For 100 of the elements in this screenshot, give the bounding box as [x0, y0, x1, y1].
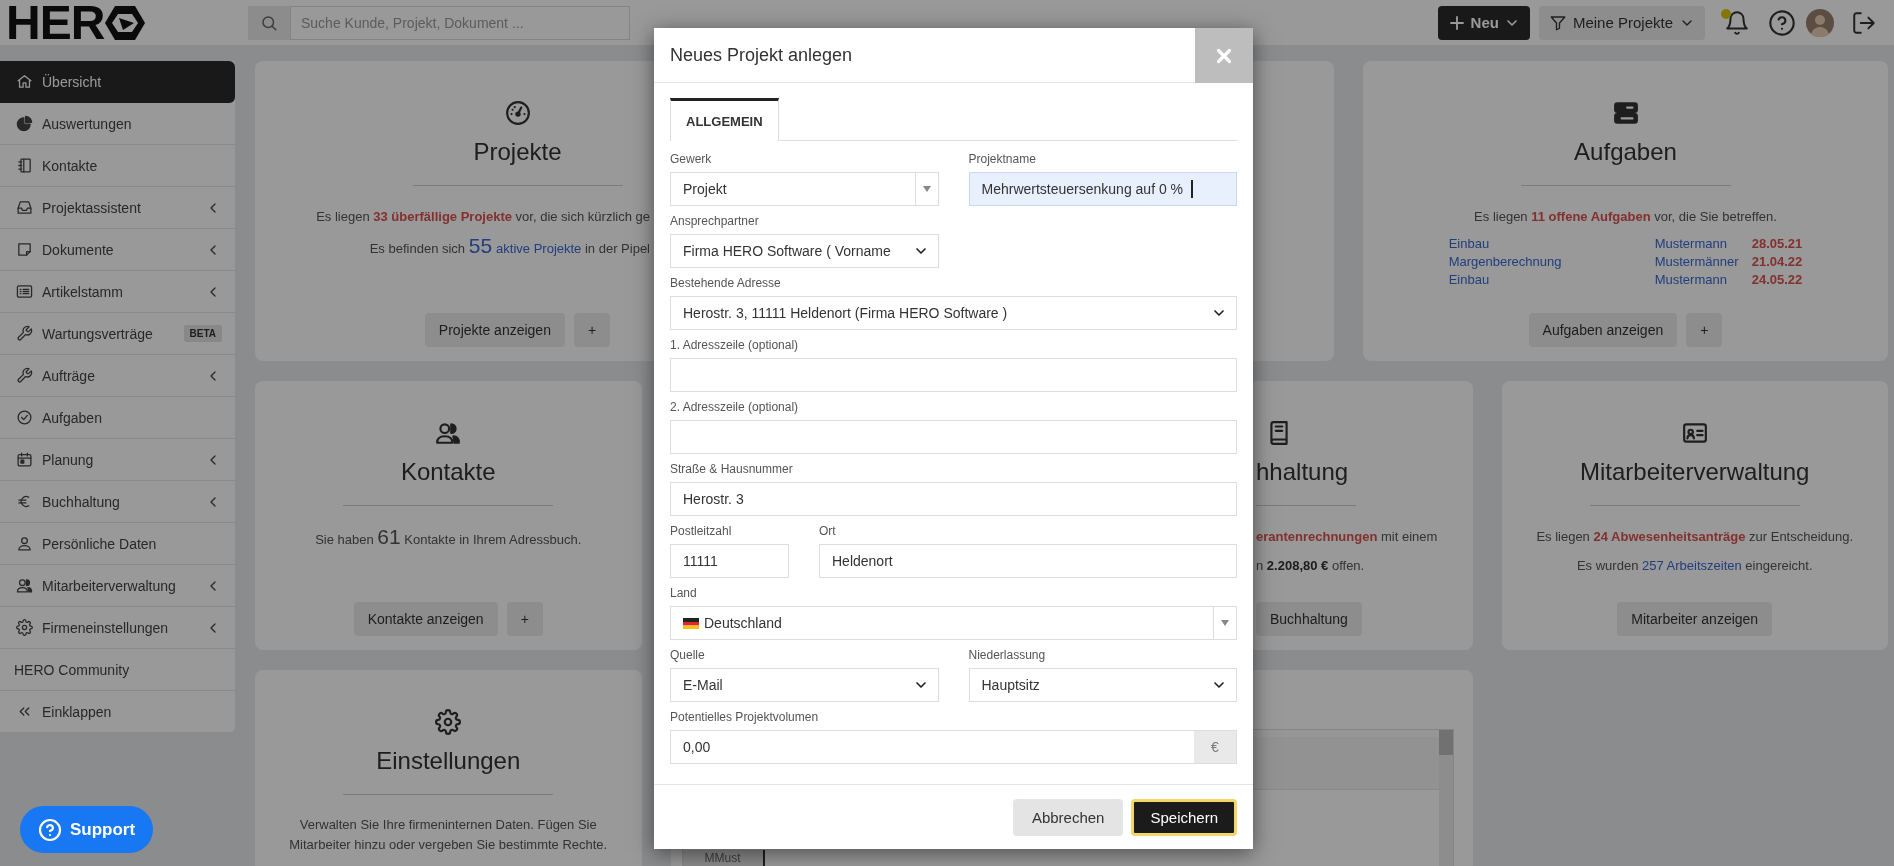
users-icon [16, 577, 33, 594]
nav-item[interactable]: Auswertungen [0, 103, 235, 145]
caret-down-icon [1221, 620, 1229, 626]
text-field[interactable] [670, 358, 1237, 392]
nav-item[interactable]: Kontakte [0, 145, 235, 187]
users-icon [435, 420, 462, 446]
nav-item[interactable]: Dokumente [0, 229, 235, 271]
dropdown[interactable]: Firma HERO Software ( Vorname [670, 234, 939, 268]
home-icon [16, 73, 33, 90]
action-button[interactable]: Aufgaben anzeigen [1528, 313, 1678, 347]
nav-item[interactable]: Planung [0, 439, 235, 481]
action-button[interactable]: Mitarbeiter anzeigen [1617, 602, 1773, 636]
close-button[interactable] [1195, 28, 1253, 83]
card-title: hhaltung [1256, 457, 1349, 487]
currency-label: € [1194, 731, 1236, 763]
inbox-icon [16, 199, 33, 216]
nav-item[interactable]: Artikelstamm [0, 271, 235, 313]
action-button[interactable]: + [573, 313, 611, 347]
dialog-title: Neues Projekt anlegen [670, 44, 854, 66]
nav-item[interactable]: Einklappen [0, 691, 235, 733]
summary-text: erantenrechnungen mit einem [1256, 528, 1438, 546]
text-field[interactable]: Heldenort [819, 544, 1237, 578]
logo-mark [104, 3, 147, 42]
assignee-link[interactable]: Mustermann [1654, 271, 1752, 289]
text-field[interactable]: Herostr. 3 [670, 482, 1237, 516]
support-button[interactable]: Support [20, 806, 153, 853]
scrollbar[interactable] [1438, 730, 1453, 866]
nav-item[interactable]: Firmeneinstellungen [0, 607, 235, 649]
field-label: Potentielles Projektvolumen [670, 709, 820, 726]
save-button[interactable]: Speichern [1131, 798, 1237, 836]
dropdown[interactable]: Hauptsitz [968, 668, 1237, 702]
summary-text: Verwalten Sie Ihre firmeninternen Daten. Fügen Sie Mitarbeiter hinzu oder vergeben Sie bestimmte Rechte. [288, 816, 609, 854]
beta-tag: BETA [183, 325, 222, 342]
filter-button[interactable]: Meine Projekte [1538, 5, 1705, 40]
note-icon [16, 241, 33, 258]
logout-icon [1851, 9, 1877, 36]
flag-icon [683, 617, 699, 629]
summary-text: Es liegen 24 Abwesenheitsanträge zur Entscheidung. [1535, 528, 1855, 546]
nav-item[interactable]: HERO Community [0, 649, 235, 691]
combo-box[interactable]: Deutschland [670, 606, 1237, 640]
field-label: Straße & Hausnummer [670, 461, 794, 478]
nav-item[interactable]: Aufgaben [0, 397, 235, 439]
assignee-link[interactable]: Mustermänner [1654, 253, 1752, 271]
caret-down-icon [922, 186, 931, 192]
action-button[interactable]: + [506, 602, 543, 636]
dropdown[interactable]: E-Mail [670, 668, 939, 702]
field-label: 1. Adresszeile (optional) [670, 337, 800, 354]
due-date: 21.04.22 [1751, 253, 1803, 271]
pie-chart-icon [16, 115, 33, 132]
dropdown[interactable]: Herostr. 3, 11111 Heldenort (Firma HERO Software ) [670, 296, 1237, 330]
text-cursor [1191, 180, 1194, 198]
summary-text: Es befinden sich 55 aktive Projekte in der Pipel [368, 235, 650, 259]
stacked-bars-icon [1612, 100, 1639, 126]
task-link[interactable]: Margenberechnung [1448, 253, 1655, 271]
check-circle-icon [16, 409, 33, 426]
summary-text: Es liegen 33 überfällige Projekte vor, die sich kürzlich ge [315, 208, 650, 226]
id-card-icon [1681, 420, 1708, 446]
nav-item[interactable]: Projektassistent [0, 187, 235, 229]
field-label: Bestehende Adresse [670, 275, 782, 292]
new-button[interactable]: Neu [1437, 5, 1530, 40]
nav-item[interactable]: Aufträge [0, 355, 235, 397]
search-button[interactable] [248, 5, 290, 40]
plus-icon [1447, 13, 1466, 32]
nav-item[interactable]: Buchhaltung [0, 481, 235, 523]
action-button[interactable]: Kontakte anzeigen [353, 602, 498, 636]
action-button[interactable]: Projekte anzeigen [424, 313, 565, 347]
text-field[interactable]: Mehrwertsteuersenkung auf 0 % [968, 172, 1237, 206]
avatar[interactable] [1806, 8, 1834, 37]
wrench-icon [16, 367, 33, 384]
user-icon [16, 535, 33, 552]
nav-item[interactable]: Mitarbeiterverwaltung [0, 565, 235, 607]
nav-item[interactable]: Übersicht [0, 61, 235, 103]
assignee-link[interactable]: Mustermann [1654, 235, 1752, 253]
text-field[interactable]: 11111 [670, 544, 789, 578]
action-button[interactable]: Buchhaltung [1256, 602, 1362, 636]
address-book-icon [16, 157, 33, 174]
tab[interactable]: ALLGEMEIN [670, 98, 779, 141]
card-title: Projekte [473, 137, 562, 167]
field-label: Quelle [670, 647, 706, 664]
calendar-icon [16, 451, 33, 468]
nav-item[interactable]: Persönliche Daten [0, 523, 235, 565]
due-date: 28.05.21 [1751, 235, 1803, 253]
amount-field[interactable]: 0,00 € [670, 730, 1237, 764]
field-label: Ort [819, 523, 837, 540]
search-icon [260, 13, 278, 32]
card-title: Aufgaben [1574, 137, 1677, 167]
task-link[interactable]: Einbau [1448, 271, 1655, 289]
nav-item[interactable]: Wartungsverträge BETA [0, 313, 235, 355]
author-cell: MMust [682, 850, 763, 866]
summary-text: Sie haben 61 Kontakte in Ihrem Adressbuch. [314, 526, 583, 550]
settings-icon [16, 619, 33, 636]
card-title: Einstellungen [376, 746, 521, 776]
summary-text: Es liegen 11 offene Aufgaben vor, die Sie betreffen. [1473, 208, 1778, 226]
cancel-button[interactable]: Abbrechen [1012, 798, 1124, 836]
field-label: Niederlassung [968, 647, 1047, 664]
text-field[interactable] [670, 420, 1237, 454]
summary-text: n 2.208,80 € offen. [1256, 557, 1366, 575]
task-link[interactable]: Einbau [1448, 235, 1655, 253]
action-button[interactable]: + [1686, 313, 1723, 347]
combo-box[interactable]: Projekt [670, 172, 939, 206]
